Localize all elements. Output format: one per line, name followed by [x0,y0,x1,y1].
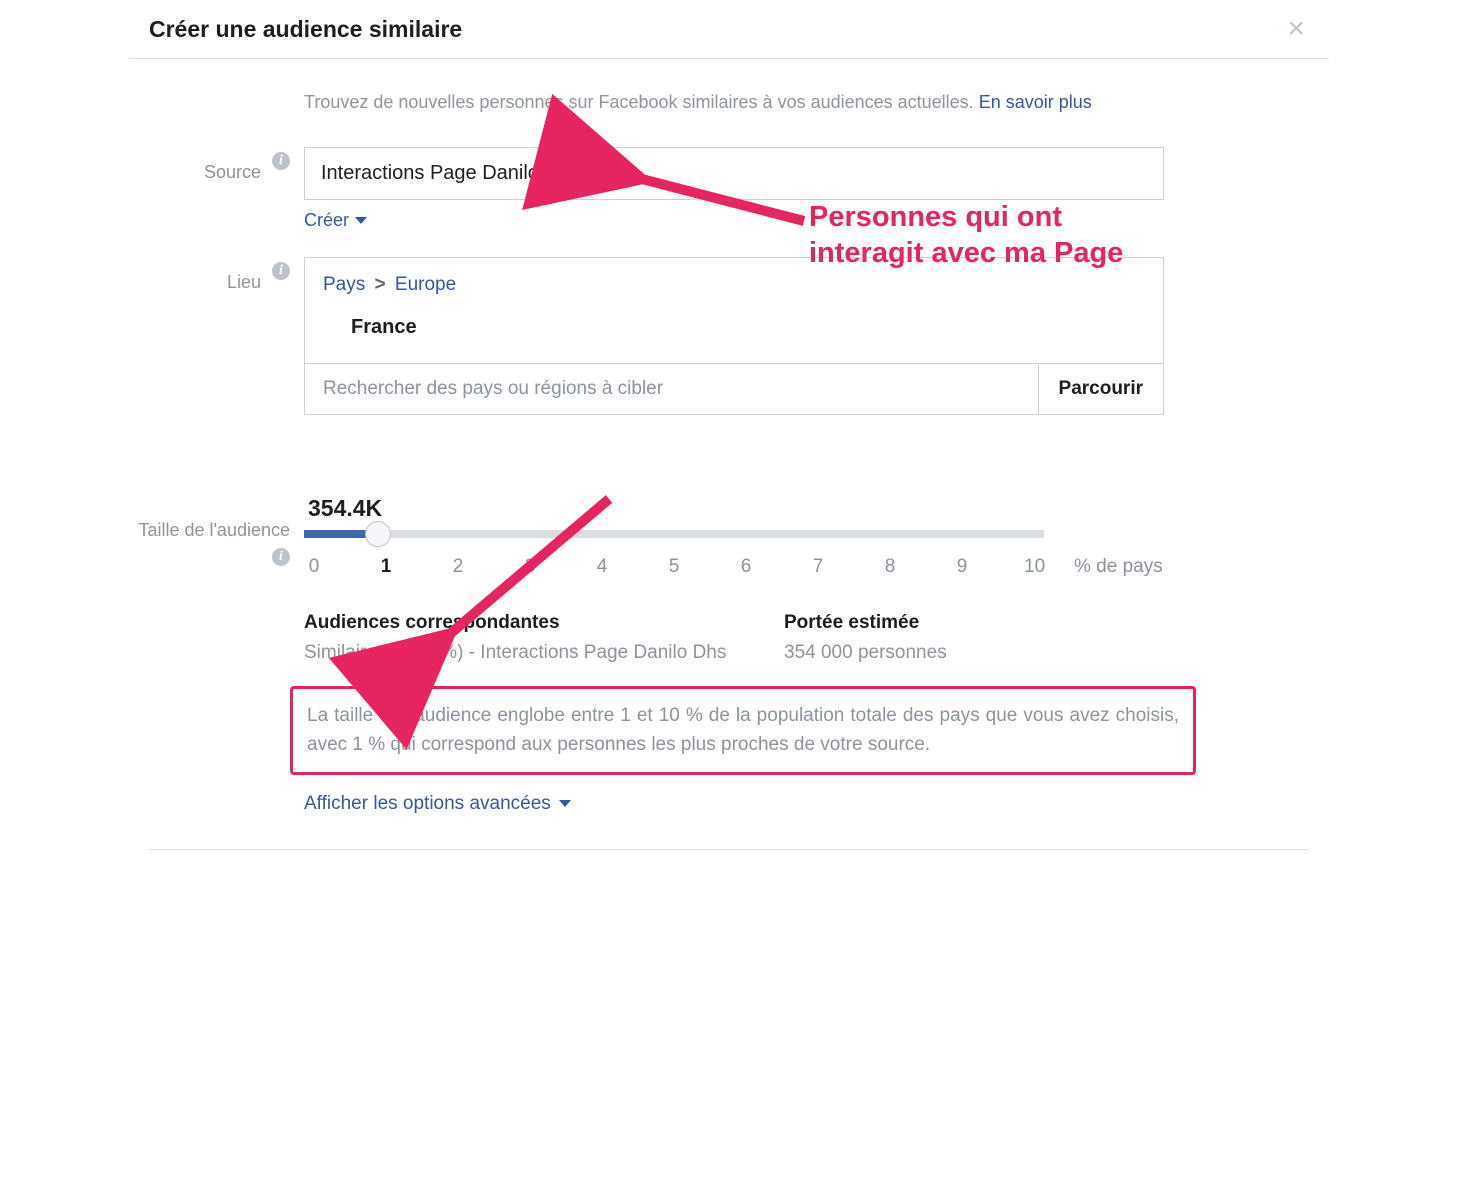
location-row: Lieu i Pays > Europe France Rechercher d… [129,257,1329,415]
modal-header: Créer une audience similaire × [129,0,1329,59]
breadcrumb-country[interactable]: Pays [323,274,365,295]
create-source-link[interactable]: Créer [304,210,367,231]
slider-wrap: 354.4K 0 1 2 3 4 5 6 7 8 9 10 % de pays [304,495,1164,578]
modal-body: Trouvez de nouvelles personnes sur Faceb… [129,59,1329,815]
breadcrumb-sep: > [375,274,386,295]
slider-tick: 10 [1024,556,1044,578]
slider-tick: 3 [520,556,540,578]
info-icon[interactable]: i [272,262,290,280]
location-field: Pays > Europe France Rechercher des pays… [304,257,1164,415]
source-input[interactable]: Interactions Page Danilo Dhs [304,147,1164,200]
summary: Audiences correspondantes Similaire (FR,… [304,612,1164,664]
slider-tick: 2 [448,556,468,578]
audience-size-label: Taille de l'audience [138,519,290,542]
lookalike-modal: Créer une audience similaire × Trouvez d… [129,0,1329,878]
slider-track[interactable] [304,530,1044,538]
caret-down-icon [559,800,571,807]
location-box: Pays > Europe France Rechercher des pays… [304,257,1164,415]
advanced-options-link[interactable]: Afficher les options avancées [304,793,571,815]
info-icon[interactable]: i [272,152,290,170]
location-top: Pays > Europe France [305,258,1163,363]
caret-down-icon [355,217,367,224]
create-source-label: Créer [304,210,349,231]
audience-size-label-col: Taille de l'audience i [129,441,304,815]
slider-tick: 9 [952,556,972,578]
intro-copy: Trouvez de nouvelles personnes sur Faceb… [304,92,979,112]
location-label-col: Lieu i [129,257,304,415]
slider-scale-suffix: % de pays [1074,556,1163,578]
summary-audiences-heading: Audiences correspondantes [304,612,784,634]
location-selected[interactable]: France [351,316,1145,339]
modal-footer-separator [149,849,1309,878]
location-search-input[interactable]: Rechercher des pays ou régions à cibler [305,364,1038,414]
location-breadcrumb: Pays > Europe [323,274,1145,296]
slider-tick: 5 [664,556,684,578]
advanced-options-label: Afficher les options avancées [304,793,551,815]
audience-size-field: 354.4K 0 1 2 3 4 5 6 7 8 9 10 % de pays Audiences … [304,441,1164,815]
summary-reach-heading: Portée estimée [784,612,1164,634]
slider-tick: 0 [304,556,324,578]
info-icon[interactable]: i [272,548,290,566]
summary-reach: Portée estimée 354 000 personnes [784,612,1164,664]
audience-size-row: Taille de l'audience i 354.4K 0 1 2 3 4 5 6 7 8 9… [129,441,1329,815]
source-row: Source i Interactions Page Danilo Dhs Cr… [129,147,1329,231]
intro-text: Trouvez de nouvelles personnes sur Faceb… [304,89,1164,117]
audience-size-value: 354.4K [308,495,1164,522]
size-note: La taille de l'audience englobe entre 1 … [290,686,1196,775]
summary-reach-value: 354 000 personnes [784,642,1164,664]
slider-scale-wrap: 0 1 2 3 4 5 6 7 8 9 10 % de pays [304,556,1164,578]
close-icon[interactable]: × [1283,14,1309,44]
source-label-col: Source i [129,147,304,231]
source-label: Source [204,147,261,184]
slider-tick: 7 [808,556,828,578]
breadcrumb-region[interactable]: Europe [395,274,456,295]
location-label: Lieu [227,257,261,294]
summary-audiences-value: Similaire (FR, 1 %) - Interactions Page … [304,642,784,664]
slider-tick: 1 [376,556,396,578]
source-field: Interactions Page Danilo Dhs Créer [304,147,1164,231]
slider-scale: 0 1 2 3 4 5 6 7 8 9 10 [304,556,1044,578]
learn-more-link[interactable]: En savoir plus [979,92,1092,112]
slider-tick: 8 [880,556,900,578]
summary-audiences: Audiences correspondantes Similaire (FR,… [304,612,784,664]
browse-button[interactable]: Parcourir [1038,364,1163,414]
slider-tick: 6 [736,556,756,578]
modal-title: Créer une audience similaire [149,16,462,43]
slider-tick: 4 [592,556,612,578]
location-bottom: Rechercher des pays ou régions à cibler … [305,363,1163,414]
slider-handle[interactable] [365,521,391,547]
